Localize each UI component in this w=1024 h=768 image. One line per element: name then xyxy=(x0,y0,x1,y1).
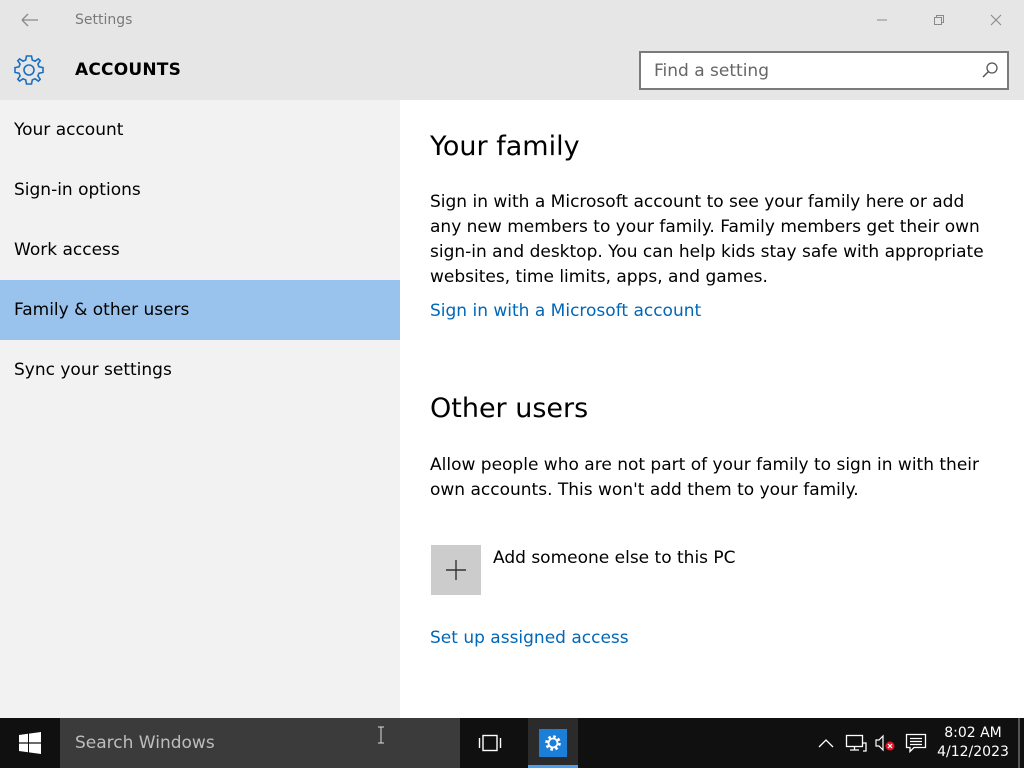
gear-icon xyxy=(14,55,44,85)
notification-icon xyxy=(905,733,927,753)
task-view-button[interactable] xyxy=(465,718,515,768)
sidebar-item-work-access[interactable]: Work access xyxy=(0,220,400,280)
network-icon xyxy=(845,734,867,752)
settings-app-icon xyxy=(539,729,567,757)
start-button[interactable] xyxy=(0,718,60,768)
sidebar-item-sign-in-options[interactable]: Sign-in options xyxy=(0,160,400,220)
task-view-icon xyxy=(478,734,502,752)
chevron-up-icon xyxy=(818,739,834,748)
clock-time: 8:02 AM xyxy=(944,725,1002,741)
sidebar-item-family-other-users[interactable]: Family & other users xyxy=(0,280,400,340)
other-users-heading: Other users xyxy=(430,393,589,424)
settings-search-input[interactable] xyxy=(641,53,971,88)
page-header: ACCOUNTS xyxy=(0,40,1024,100)
taskbar-search[interactable] xyxy=(60,718,460,768)
restore-button[interactable] xyxy=(910,0,967,40)
sidebar-item-label: Sign-in options xyxy=(14,180,141,200)
page-title: ACCOUNTS xyxy=(75,60,182,80)
sidebar-item-label: Sync your settings xyxy=(14,360,172,380)
settings-search-box[interactable] xyxy=(639,51,1009,90)
search-icon[interactable] xyxy=(981,61,999,79)
network-button[interactable] xyxy=(843,718,869,768)
show-desktop-button[interactable] xyxy=(1018,718,1020,768)
volume-muted-icon xyxy=(875,734,895,752)
sidebar: Your account Sign-in options Work access… xyxy=(0,100,400,718)
clock-date: 4/12/2023 xyxy=(937,744,1009,760)
close-button[interactable] xyxy=(967,0,1024,40)
sidebar-item-label: Work access xyxy=(14,240,120,260)
sidebar-item-sync-settings[interactable]: Sync your settings xyxy=(0,340,400,400)
back-button[interactable] xyxy=(10,5,50,35)
add-user-label[interactable]: Add someone else to this PC xyxy=(493,548,736,568)
taskbar-clock[interactable]: 8:02 AM 4/12/2023 xyxy=(930,724,1016,762)
main-content: Your family Sign in with a Microsoft acc… xyxy=(400,100,1024,718)
your-family-heading: Your family xyxy=(430,131,580,162)
taskbar: 8:02 AM 4/12/2023 xyxy=(0,718,1024,768)
minimize-button[interactable] xyxy=(853,0,910,40)
restore-icon xyxy=(933,15,944,25)
sign-in-microsoft-account-link[interactable]: Sign in with a Microsoft account xyxy=(430,301,701,321)
windows-logo-icon xyxy=(19,732,41,754)
taskbar-search-input[interactable] xyxy=(60,718,460,768)
text-cursor-icon xyxy=(378,726,384,744)
title-bar: Settings xyxy=(0,0,1024,40)
add-user-button[interactable] xyxy=(431,545,481,595)
show-hidden-icons-button[interactable] xyxy=(813,718,839,768)
sidebar-item-label: Your account xyxy=(14,120,124,140)
close-icon xyxy=(990,14,1001,26)
sidebar-item-label: Family & other users xyxy=(14,300,190,320)
app-title: Settings xyxy=(75,12,133,28)
back-arrow-icon xyxy=(21,13,38,27)
family-description: Sign in with a Microsoft account to see … xyxy=(430,192,984,287)
other-users-description: Allow people who are not part of your fa… xyxy=(430,455,979,500)
settings-taskbar-button[interactable] xyxy=(528,718,578,768)
sidebar-item-your-account[interactable]: Your account xyxy=(0,100,400,160)
action-center-button[interactable] xyxy=(902,718,930,768)
plus-icon xyxy=(446,560,466,580)
assigned-access-link[interactable]: Set up assigned access xyxy=(430,628,629,648)
volume-button[interactable] xyxy=(872,718,898,768)
gear-icon xyxy=(545,735,561,751)
minimize-icon xyxy=(876,19,887,21)
